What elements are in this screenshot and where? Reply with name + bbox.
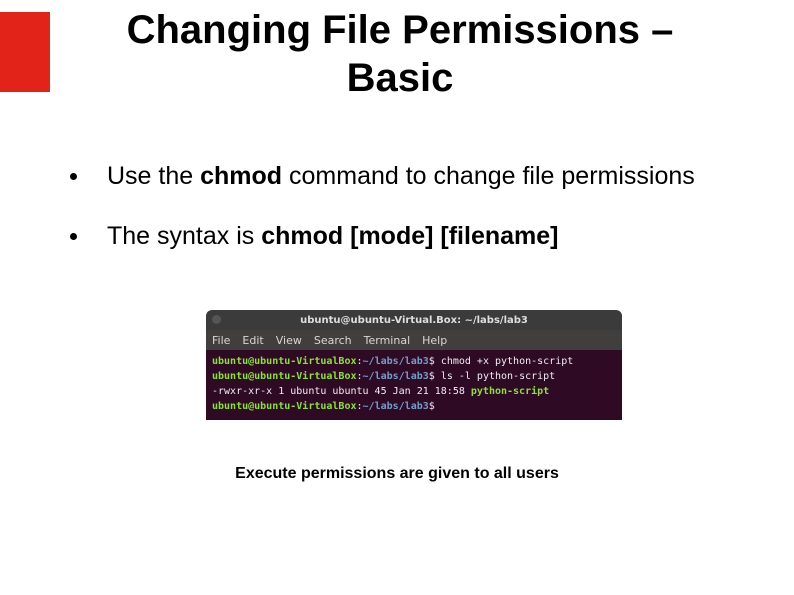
terminal-cmd: ls -l python-script xyxy=(441,371,555,382)
caption-text: Execute permissions are given to all use… xyxy=(0,465,794,483)
text-bold: chmod xyxy=(200,162,282,190)
ls-output: -rwxr-xr-x 1 ubuntu ubuntu 45 Jan 21 18:… xyxy=(212,386,471,397)
prompt-path: ~/labs/lab3 xyxy=(363,401,429,412)
terminal-menubar: File Edit View Search Terminal Help xyxy=(206,330,622,350)
menu-file[interactable]: File xyxy=(212,334,230,347)
bullet-list: Use the chmod command to change file per… xyxy=(70,160,710,280)
terminal-title-text: ubuntu@ubuntu-Virtual.Box: ~/labs/lab3 xyxy=(300,315,528,326)
menu-edit[interactable]: Edit xyxy=(242,334,263,347)
text-run: The syntax is xyxy=(107,222,261,250)
list-item: Use the chmod command to change file per… xyxy=(70,160,710,194)
terminal-cmd: chmod +x python-script xyxy=(441,356,573,367)
prompt-user: ubuntu@ubuntu-VirtualBox xyxy=(212,401,357,412)
slide-title: Changing File Permissions – Basic xyxy=(80,6,720,102)
window-control-icon xyxy=(212,315,221,324)
prompt-dollar: $ xyxy=(429,401,441,412)
prompt-user: ubuntu@ubuntu-VirtualBox xyxy=(212,371,357,382)
bullet-text: The syntax is chmod [mode] [filename] xyxy=(107,220,558,254)
prompt-path: ~/labs/lab3 xyxy=(363,356,429,367)
menu-view[interactable]: View xyxy=(276,334,302,347)
prompt-path: ~/labs/lab3 xyxy=(363,371,429,382)
terminal-body[interactable]: ubuntu@ubuntu-VirtualBox:~/labs/lab3$ ch… xyxy=(206,350,622,420)
terminal-window: ubuntu@ubuntu-Virtual.Box: ~/labs/lab3 F… xyxy=(206,310,622,420)
menu-search[interactable]: Search xyxy=(314,334,352,347)
prompt-dollar: $ xyxy=(429,371,441,382)
bullet-icon xyxy=(70,173,77,180)
prompt-dollar: $ xyxy=(429,356,441,367)
text-bold: chmod [mode] [filename] xyxy=(261,222,558,250)
accent-block xyxy=(0,12,50,92)
terminal-titlebar: ubuntu@ubuntu-Virtual.Box: ~/labs/lab3 xyxy=(206,310,622,330)
prompt-user: ubuntu@ubuntu-VirtualBox xyxy=(212,356,357,367)
slide: Changing File Permissions – Basic Use th… xyxy=(0,0,794,595)
ls-filename: python-script xyxy=(471,386,549,397)
bullet-icon xyxy=(70,233,77,240)
menu-help[interactable]: Help xyxy=(422,334,447,347)
list-item: The syntax is chmod [mode] [filename] xyxy=(70,220,710,254)
text-run: command to change file permissions xyxy=(282,162,695,190)
bullet-text: Use the chmod command to change file per… xyxy=(107,160,695,194)
menu-terminal[interactable]: Terminal xyxy=(364,334,411,347)
text-run: Use the xyxy=(107,162,200,190)
